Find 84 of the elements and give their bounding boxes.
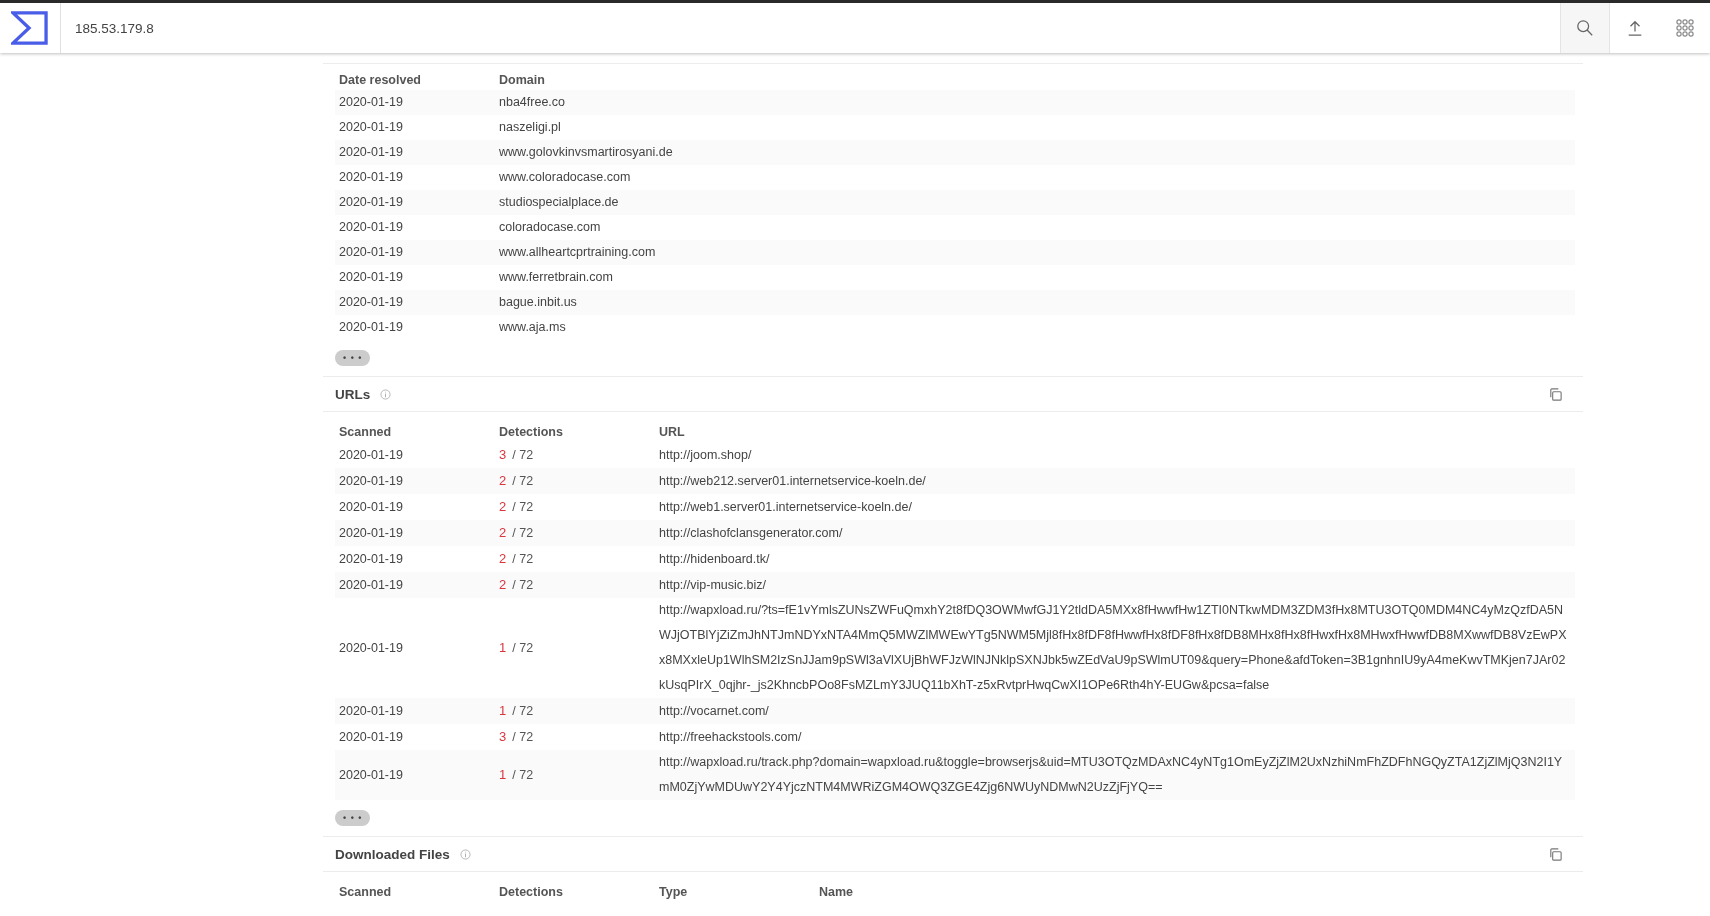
domain-cell-text: www.aja.ms [499,319,567,336]
column-header: Name [819,884,855,901]
date-cell-text: 2020-01-19 [339,144,404,161]
date-cell-text: 2020-01-19 [339,194,404,211]
column-header: URL [659,424,686,441]
detection-count: 3 [499,729,507,744]
detection-total: / 72 [512,704,534,718]
section-title: Downloaded Files [335,846,450,862]
domain-cell-text: www.golovkinvsmartirosyani.de [499,144,674,161]
url-cell-text: http://vocarnet.com/ [659,702,770,720]
url-cell-text: http://wapxload.ru/track.php?domain=wapxload.ru&toggle=browserjs&uid=MTU3OTQzMDAxNC4yNTg1OmEyZjZlM2UxNzhiNmFhZDFhNGQyZTA1ZjZlMjQ3N2I1YmM0ZjYwMDUwY2Y4YjczNTM4MWRiZGM4OWQ3ZGE4Zjg6NWUyNDMwN2UzZjFjYQ== [659,754,1564,796]
date-cell-text: 2020-01-19 [339,524,404,542]
detection-total: / 72 [512,448,534,462]
date-cell-text: 2020-01-19 [339,766,404,784]
show-more-button[interactable]: • • • [335,810,371,826]
domain-cell-text: studiospecialplace.de [499,194,620,211]
detection-count: 1 [499,767,507,782]
info-icon[interactable] [459,848,471,860]
detection-total: / 72 [512,474,534,488]
search-field[interactable]: 185.53.179.8 [61,3,1560,53]
date-cell-text: 2020-01-19 [339,294,404,311]
detection-total: / 72 [512,730,534,744]
url-cell-text: http://clashofclansgenerator.com/ [659,524,844,542]
date-cell-text: 2020-01-19 [339,244,404,261]
domain-cell-text: nba4free.co [499,94,567,111]
date-cell-text: 2020-01-19 [339,550,404,568]
detection-count: 2 [499,499,507,514]
date-cell-text: 2020-01-19 [339,319,404,336]
detection-count: 1 [499,703,507,718]
date-cell-text: 2020-01-19 [339,576,404,594]
column-header: Domain [499,72,546,89]
show-more-button[interactable]: • • • [335,350,371,366]
upload-button[interactable] [1610,3,1660,53]
info-icon[interactable] [380,388,392,400]
date-cell-text: 2020-01-19 [339,702,404,720]
date-cell-text: 2020-01-19 [339,169,404,186]
url-cell-text: http://hidenboard.tk/ [659,550,771,568]
date-cell-text: 2020-01-19 [339,219,404,236]
upload-icon [1626,19,1644,37]
url-cell-text: http://web212.server01.internetservice-koeln.de/ [659,472,927,490]
date-cell-text: 2020-01-19 [339,472,404,490]
copy-icon[interactable] [1548,386,1563,402]
column-header: Detections [499,884,564,901]
date-cell-text: 2020-01-19 [339,119,404,136]
column-header: Scanned [339,424,393,441]
detection-count: 2 [499,577,507,592]
detection-count: 2 [499,473,507,488]
url-cell-text: http://freehackstools.com/ [659,728,803,746]
search-icon [1576,19,1594,37]
domain-cell-text: bague.inbit.us [499,294,578,311]
detection-count: 1 [499,640,507,655]
detection-total: / 72 [512,500,534,514]
sigma-logo-icon[interactable] [11,11,49,45]
detection-total: / 72 [512,552,534,566]
grid-icon [1675,18,1695,38]
detection-total: / 72 [512,641,534,655]
detection-total: / 72 [512,578,534,592]
domain-cell-text: www.ferretbrain.com [499,269,614,286]
detection-count: 3 [499,447,507,462]
column-header: Detections [499,424,564,441]
apps-button[interactable] [1660,3,1710,53]
column-header: Type [659,884,689,901]
detection-count: 2 [499,525,507,540]
domain-cell-text: www.coloradocase.com [499,169,632,186]
section-title: URLs [335,386,371,402]
detection-total: / 72 [512,768,534,782]
domain-cell-text: naszeligi.pl [499,119,562,136]
date-cell-text: 2020-01-19 [339,446,404,464]
domain-cell-text: www.allheartcprtraining.com [499,244,657,261]
copy-icon[interactable] [1548,846,1563,862]
date-cell-text: 2020-01-19 [339,498,404,516]
url-cell-text: http://joom.shop/ [659,446,753,464]
detection-count: 2 [499,551,507,566]
column-header: Scanned [339,884,393,901]
date-cell-text: 2020-01-19 [339,269,404,286]
url-cell-text: http://vip-music.biz/ [659,576,767,594]
column-header: Date resolved [339,72,422,89]
date-cell-text: 2020-01-19 [339,728,404,746]
url-cell-text: http://web1.server01.internetservice-koeln.de/ [659,498,913,516]
date-cell-text: 2020-01-19 [339,639,404,657]
detection-total: / 72 [512,526,534,540]
search-button[interactable] [1560,3,1610,53]
date-cell-text: 2020-01-19 [339,94,404,111]
domain-cell-text: coloradocase.com [499,219,602,236]
